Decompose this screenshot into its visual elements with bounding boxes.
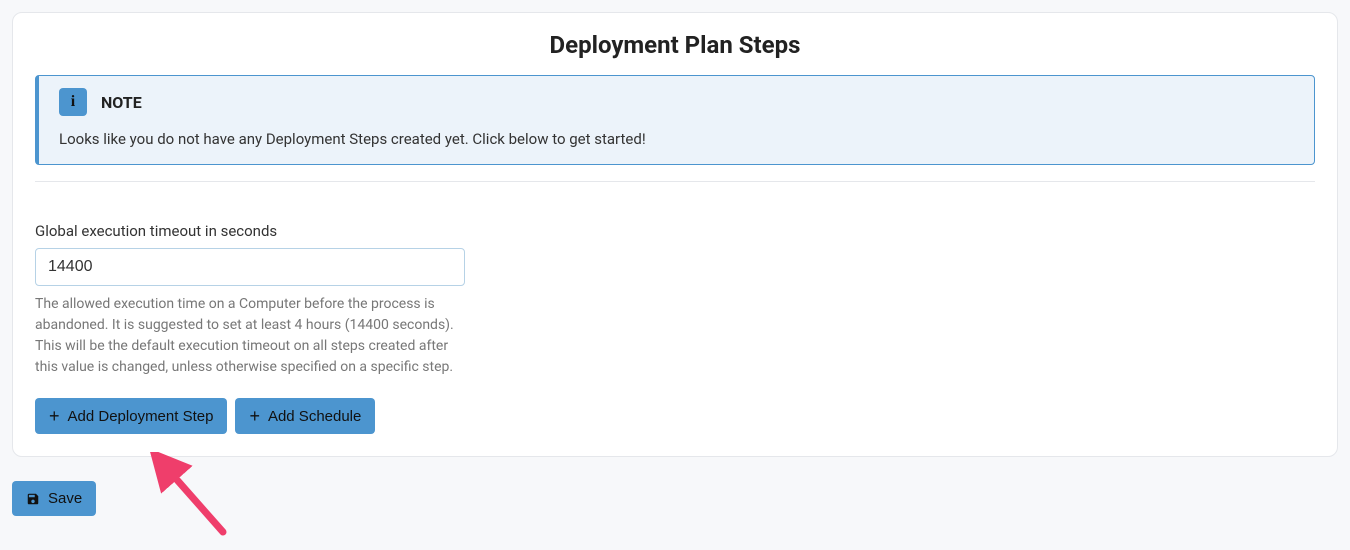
note-box: i NOTE Looks like you do not have any De… [35,75,1315,165]
add-deployment-step-button[interactable]: + Add Deployment Step [35,398,227,434]
divider [35,181,1315,182]
add-step-label: Add Deployment Step [68,408,214,425]
timeout-help-text: The allowed execution time on a Computer… [35,294,465,378]
add-schedule-label: Add Schedule [268,408,361,425]
note-title: NOTE [101,93,142,112]
save-button[interactable]: Save [12,481,96,516]
note-header: i NOTE [59,88,1294,116]
save-label: Save [48,490,82,507]
page-title: Deployment Plan Steps [35,31,1315,59]
note-body: Looks like you do not have any Deploymen… [59,130,1294,148]
timeout-label: Global execution timeout in seconds [35,222,1315,240]
deployment-steps-card: Deployment Plan Steps i NOTE Looks like … [12,12,1338,457]
plus-icon: + [49,407,60,425]
timeout-input[interactable] [35,248,465,286]
add-schedule-button[interactable]: + Add Schedule [235,398,375,434]
info-icon: i [59,88,87,116]
save-icon [26,492,40,506]
button-row: + Add Deployment Step + Add Schedule [35,398,1315,434]
plus-icon: + [249,407,260,425]
save-row: Save [12,481,1338,516]
